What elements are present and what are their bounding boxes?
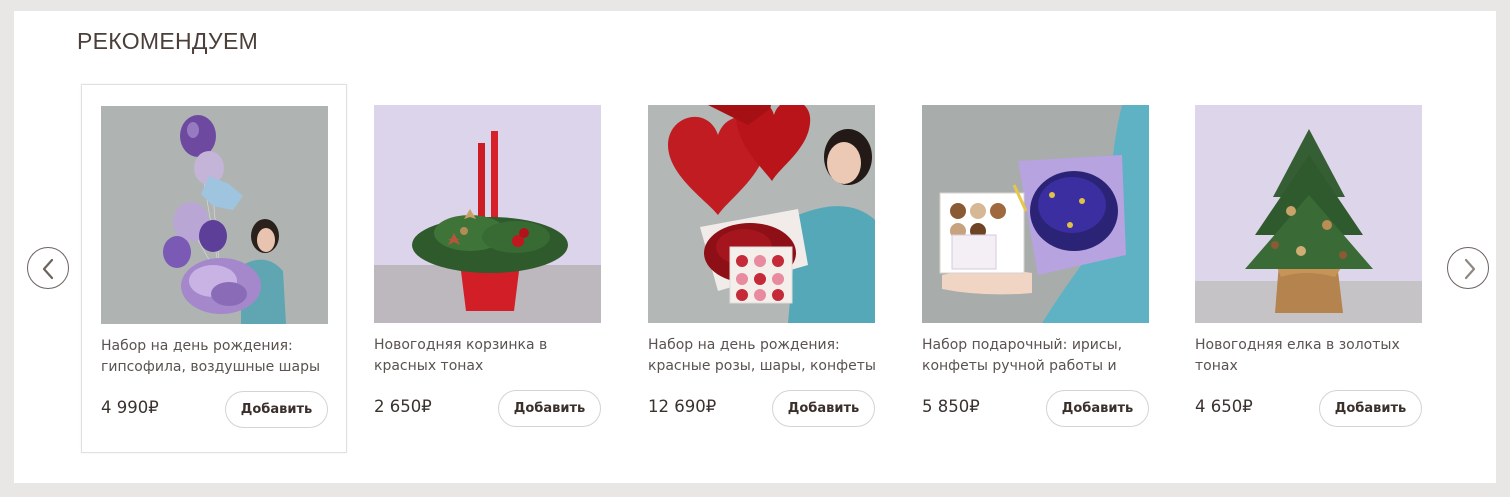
product-card[interactable]: Новогодняя елка в золотых тонах 4 650₽ Д… <box>1176 84 1442 453</box>
product-image[interactable] <box>101 106 328 324</box>
product-card[interactable]: Набор подарочный: ирисы, конфеты ручной … <box>903 84 1169 453</box>
chevron-right-icon <box>1464 258 1476 280</box>
add-to-cart-button[interactable]: Добавить <box>772 390 875 427</box>
product-card[interactable]: Набор на день рождения: гипсофила, возду… <box>81 84 347 453</box>
product-name[interactable]: Новогодняя корзинка в красных тонах <box>374 335 606 377</box>
add-to-cart-button[interactable]: Добавить <box>225 391 328 428</box>
product-price: 4 650₽ <box>1195 397 1253 416</box>
product-card[interactable]: Новогодняя корзинка в красных тонах 2 65… <box>355 84 621 453</box>
product-image[interactable] <box>374 105 601 323</box>
carousel-prev-button[interactable] <box>27 247 69 289</box>
product-image[interactable] <box>922 105 1149 323</box>
product-name[interactable]: Новогодняя елка в золотых тонах <box>1195 335 1427 377</box>
product-name[interactable]: Набор на день рождения: гипсофила, возду… <box>101 336 333 378</box>
product-price: 2 650₽ <box>374 397 432 416</box>
add-to-cart-button[interactable]: Добавить <box>1319 390 1422 427</box>
carousel-next-button[interactable] <box>1447 247 1489 289</box>
section-title: РЕКОМЕНДУЕМ <box>77 28 259 54</box>
add-to-cart-button[interactable]: Добавить <box>1046 390 1149 427</box>
product-price: 12 690₽ <box>648 397 717 416</box>
add-to-cart-button[interactable]: Добавить <box>498 390 601 427</box>
product-name[interactable]: Набор на день рождения: красные розы, ша… <box>648 335 880 377</box>
chevron-left-icon <box>42 258 54 280</box>
product-image[interactable] <box>1195 105 1422 323</box>
product-price: 4 990₽ <box>101 398 159 417</box>
product-name[interactable]: Набор подарочный: ирисы, конфеты ручной … <box>922 335 1154 377</box>
product-image[interactable] <box>648 105 875 323</box>
product-card[interactable]: Набор на день рождения: красные розы, ша… <box>629 84 895 453</box>
product-price: 5 850₽ <box>922 397 980 416</box>
